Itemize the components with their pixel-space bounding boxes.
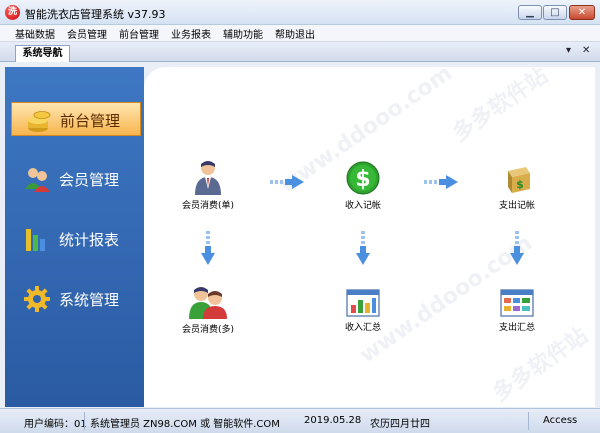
multi-member-icon (189, 287, 227, 319)
node-member-consume-single[interactable]: 会员消费(单) (163, 159, 253, 211)
sidebar-label: 系统管理 (59, 291, 120, 309)
status-user-code: 用户编码：01 (24, 419, 87, 430)
node-expense-record[interactable]: $ 支出记帐 (472, 165, 562, 211)
sidebar-label: 会员管理 (59, 171, 120, 189)
grid-window-icon (500, 289, 534, 317)
sidebar-label: 统计报表 (59, 231, 120, 249)
status-date: 2019.05.28 (304, 415, 362, 426)
app-icon: 洗 (5, 5, 20, 20)
node-label: 收入汇总 (344, 323, 381, 333)
menu-front-desk[interactable]: 前台管理 (119, 26, 159, 41)
sidebar-label: 前台管理 (60, 112, 121, 130)
dollar-icon: $ (346, 161, 380, 195)
arrow-down-icon (201, 231, 215, 265)
maximize-button[interactable]: □ (543, 5, 567, 20)
users-icon (25, 168, 50, 192)
gear-icon (24, 286, 50, 312)
tab-close-icon[interactable]: ✕ (582, 45, 590, 56)
tab-system-nav[interactable]: 系统导航 (15, 45, 70, 62)
single-member-icon (195, 161, 221, 195)
sidebar-item-member[interactable]: 会员管理 (11, 162, 141, 196)
menu-help-exit[interactable]: 帮助退出 (275, 26, 315, 41)
status-divider (84, 412, 85, 430)
tab-bar: 系统导航 ▾ ✕ (0, 42, 600, 62)
arrow-down-icon (510, 231, 524, 265)
bar-chart-icon (26, 229, 45, 251)
watermark: 多多软件站 (448, 63, 553, 147)
node-label: 支出记帐 (498, 201, 535, 211)
coins-icon (28, 111, 51, 132)
menu-tools[interactable]: 辅助功能 (223, 26, 263, 41)
menu-bar: 基础数据 会员管理 前台管理 业务报表 辅助功能 帮助退出 (0, 25, 600, 42)
status-divider (528, 412, 529, 430)
sidebar-item-front-desk[interactable]: 前台管理 (11, 102, 141, 136)
menu-member[interactable]: 会员管理 (67, 26, 107, 41)
sidebar-item-reports[interactable]: 统计报表 (11, 222, 141, 256)
node-income-record[interactable]: $ 收入记帐 (318, 161, 408, 211)
flow-panel: www.ddooo.com 多多软件站 www.ddooo.com 多多软件站 … (144, 61, 595, 407)
svg-text:$: $ (516, 178, 524, 191)
minimize-button[interactable]: ▁ (518, 5, 542, 20)
close-button[interactable]: ✕ (569, 5, 595, 20)
window-title: 智能洗衣店管理系统 v37.93 (25, 8, 166, 21)
tab-dropdown-icon[interactable]: ▾ (566, 45, 571, 56)
node-income-summary[interactable]: 收入汇总 (318, 289, 408, 333)
arrow-right-icon (270, 175, 304, 189)
node-label: 支出汇总 (498, 323, 535, 333)
menu-basic-data[interactable]: 基础数据 (15, 26, 55, 41)
svg-text:$: $ (355, 167, 370, 192)
arrow-down-icon (356, 231, 370, 265)
sidebar: 前台管理 会员管理 统计报表 系统管理 (5, 67, 144, 407)
status-operator: 系统管理员 ZN98.COM 或 智能软件.COM (90, 419, 280, 430)
sidebar-item-system[interactable]: 系统管理 (11, 282, 141, 316)
node-label: 会员消费(多) (181, 325, 235, 335)
title-bar: 洗 智能洗衣店管理系统 v37.93 ▁ □ ✕ (0, 0, 600, 25)
chart-window-icon (346, 289, 380, 317)
money-bag-icon: $ (508, 167, 530, 193)
status-lunar-date: 农历四月廿四 (370, 419, 430, 430)
node-member-consume-multi[interactable]: 会员消费(多) (163, 285, 253, 335)
menu-reports[interactable]: 业务报表 (171, 26, 211, 41)
node-label: 会员消费(单) (181, 201, 235, 211)
arrow-right-icon (424, 175, 458, 189)
node-label: 收入记帐 (344, 201, 381, 211)
node-expense-summary[interactable]: 支出汇总 (472, 289, 562, 333)
status-bar: 用户编码：01 系统管理员 ZN98.COM 或 智能软件.COM 2019.0… (0, 408, 600, 433)
status-database: Access (543, 415, 578, 426)
